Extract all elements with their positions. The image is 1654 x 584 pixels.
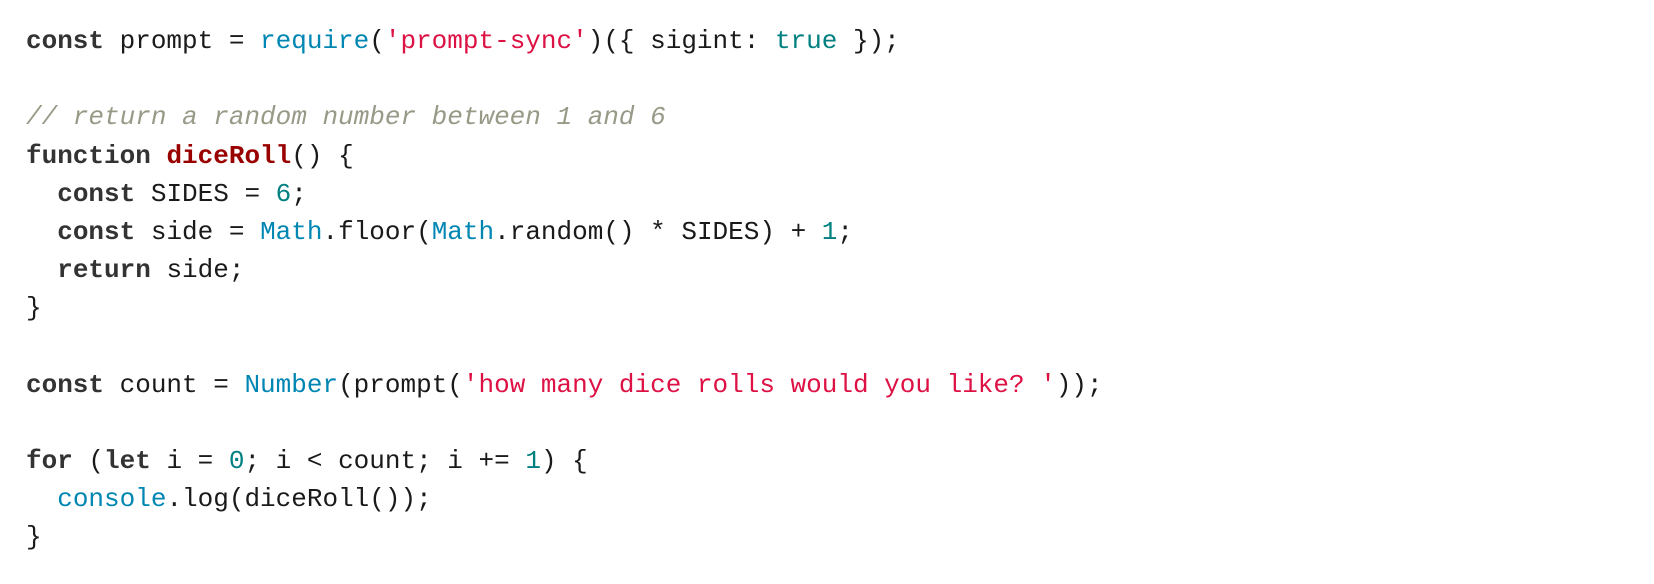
number-token: 1 xyxy=(525,446,541,477)
code-text-token: side; xyxy=(150,255,245,286)
builtin-token: console xyxy=(57,484,167,515)
code-line: } xyxy=(26,518,1103,556)
code-text-token: ; xyxy=(837,216,853,247)
code-text-token: } xyxy=(26,293,42,324)
number-token: 6 xyxy=(275,178,292,209)
code-text-token: (prompt( xyxy=(338,369,463,400)
code-text-token: ; xyxy=(291,178,307,209)
code-text-token: ( xyxy=(72,446,105,477)
code-text-token: )({ sigint: xyxy=(587,26,775,56)
code-line: // return a random number between 1 and … xyxy=(26,98,1103,136)
code-line: console.log(diceRoll()); xyxy=(26,480,1103,518)
code-text-token: ) { xyxy=(540,446,588,477)
code-line: function diceRoll() { xyxy=(26,137,1103,175)
code-text-token: } xyxy=(26,522,42,553)
code-line: } xyxy=(26,289,1103,327)
code-text-token: () { xyxy=(291,140,354,171)
function-name-token: diceRoll xyxy=(166,140,292,171)
code-text-token: SIDES = xyxy=(135,178,276,209)
keyword-token: const xyxy=(57,216,136,247)
keyword-token: const xyxy=(57,178,136,209)
code-text-token: .floor( xyxy=(322,216,432,247)
code-text-token: count = xyxy=(104,369,245,400)
code-text-token: ; i < count; i += xyxy=(244,446,526,477)
keyword-token: let xyxy=(104,446,151,477)
code-text-token: i = xyxy=(150,446,229,477)
code-text-token: prompt = xyxy=(104,26,261,56)
number-token: 0 xyxy=(228,446,245,477)
string-token: 'prompt-sync' xyxy=(384,26,588,56)
keyword-token: const xyxy=(26,369,105,400)
code-text-token: )); xyxy=(1055,369,1103,400)
code-line: const prompt = require('prompt-sync')({ … xyxy=(26,22,1103,60)
builtin-token: Math xyxy=(431,216,495,247)
builtin-token: require xyxy=(260,26,370,56)
builtin-token: Number xyxy=(244,369,339,400)
code-text-token: ( xyxy=(369,26,385,56)
code-line: const SIDES = 6; xyxy=(26,175,1103,213)
code-line: const side = Math.floor(Math.random() * … xyxy=(26,213,1103,251)
keyword-token: for xyxy=(26,446,73,477)
code-line: for (let i = 0; i < count; i += 1) { xyxy=(26,442,1103,480)
code-text-token: side = xyxy=(135,216,261,247)
code-line: return side; xyxy=(26,251,1103,289)
code-block: const prompt = require('prompt-sync')({ … xyxy=(26,22,1103,557)
comment-token: // return a random number between 1 and … xyxy=(26,102,666,133)
keyword-token: return xyxy=(57,255,151,286)
literal-token: true xyxy=(774,26,838,56)
keyword-token: const xyxy=(26,26,105,56)
string-token: 'how many dice rolls would you like? ' xyxy=(462,369,1056,400)
builtin-token: Math xyxy=(260,216,323,247)
keyword-token: function xyxy=(26,140,151,171)
code-text-token: }); xyxy=(837,26,900,56)
code-text-token: .log(diceRoll()); xyxy=(166,484,432,515)
code-line: const count = Number(prompt('how many di… xyxy=(26,366,1103,404)
code-text-token: .random() * SIDES) + xyxy=(494,216,822,247)
number-token: 1 xyxy=(821,216,838,247)
